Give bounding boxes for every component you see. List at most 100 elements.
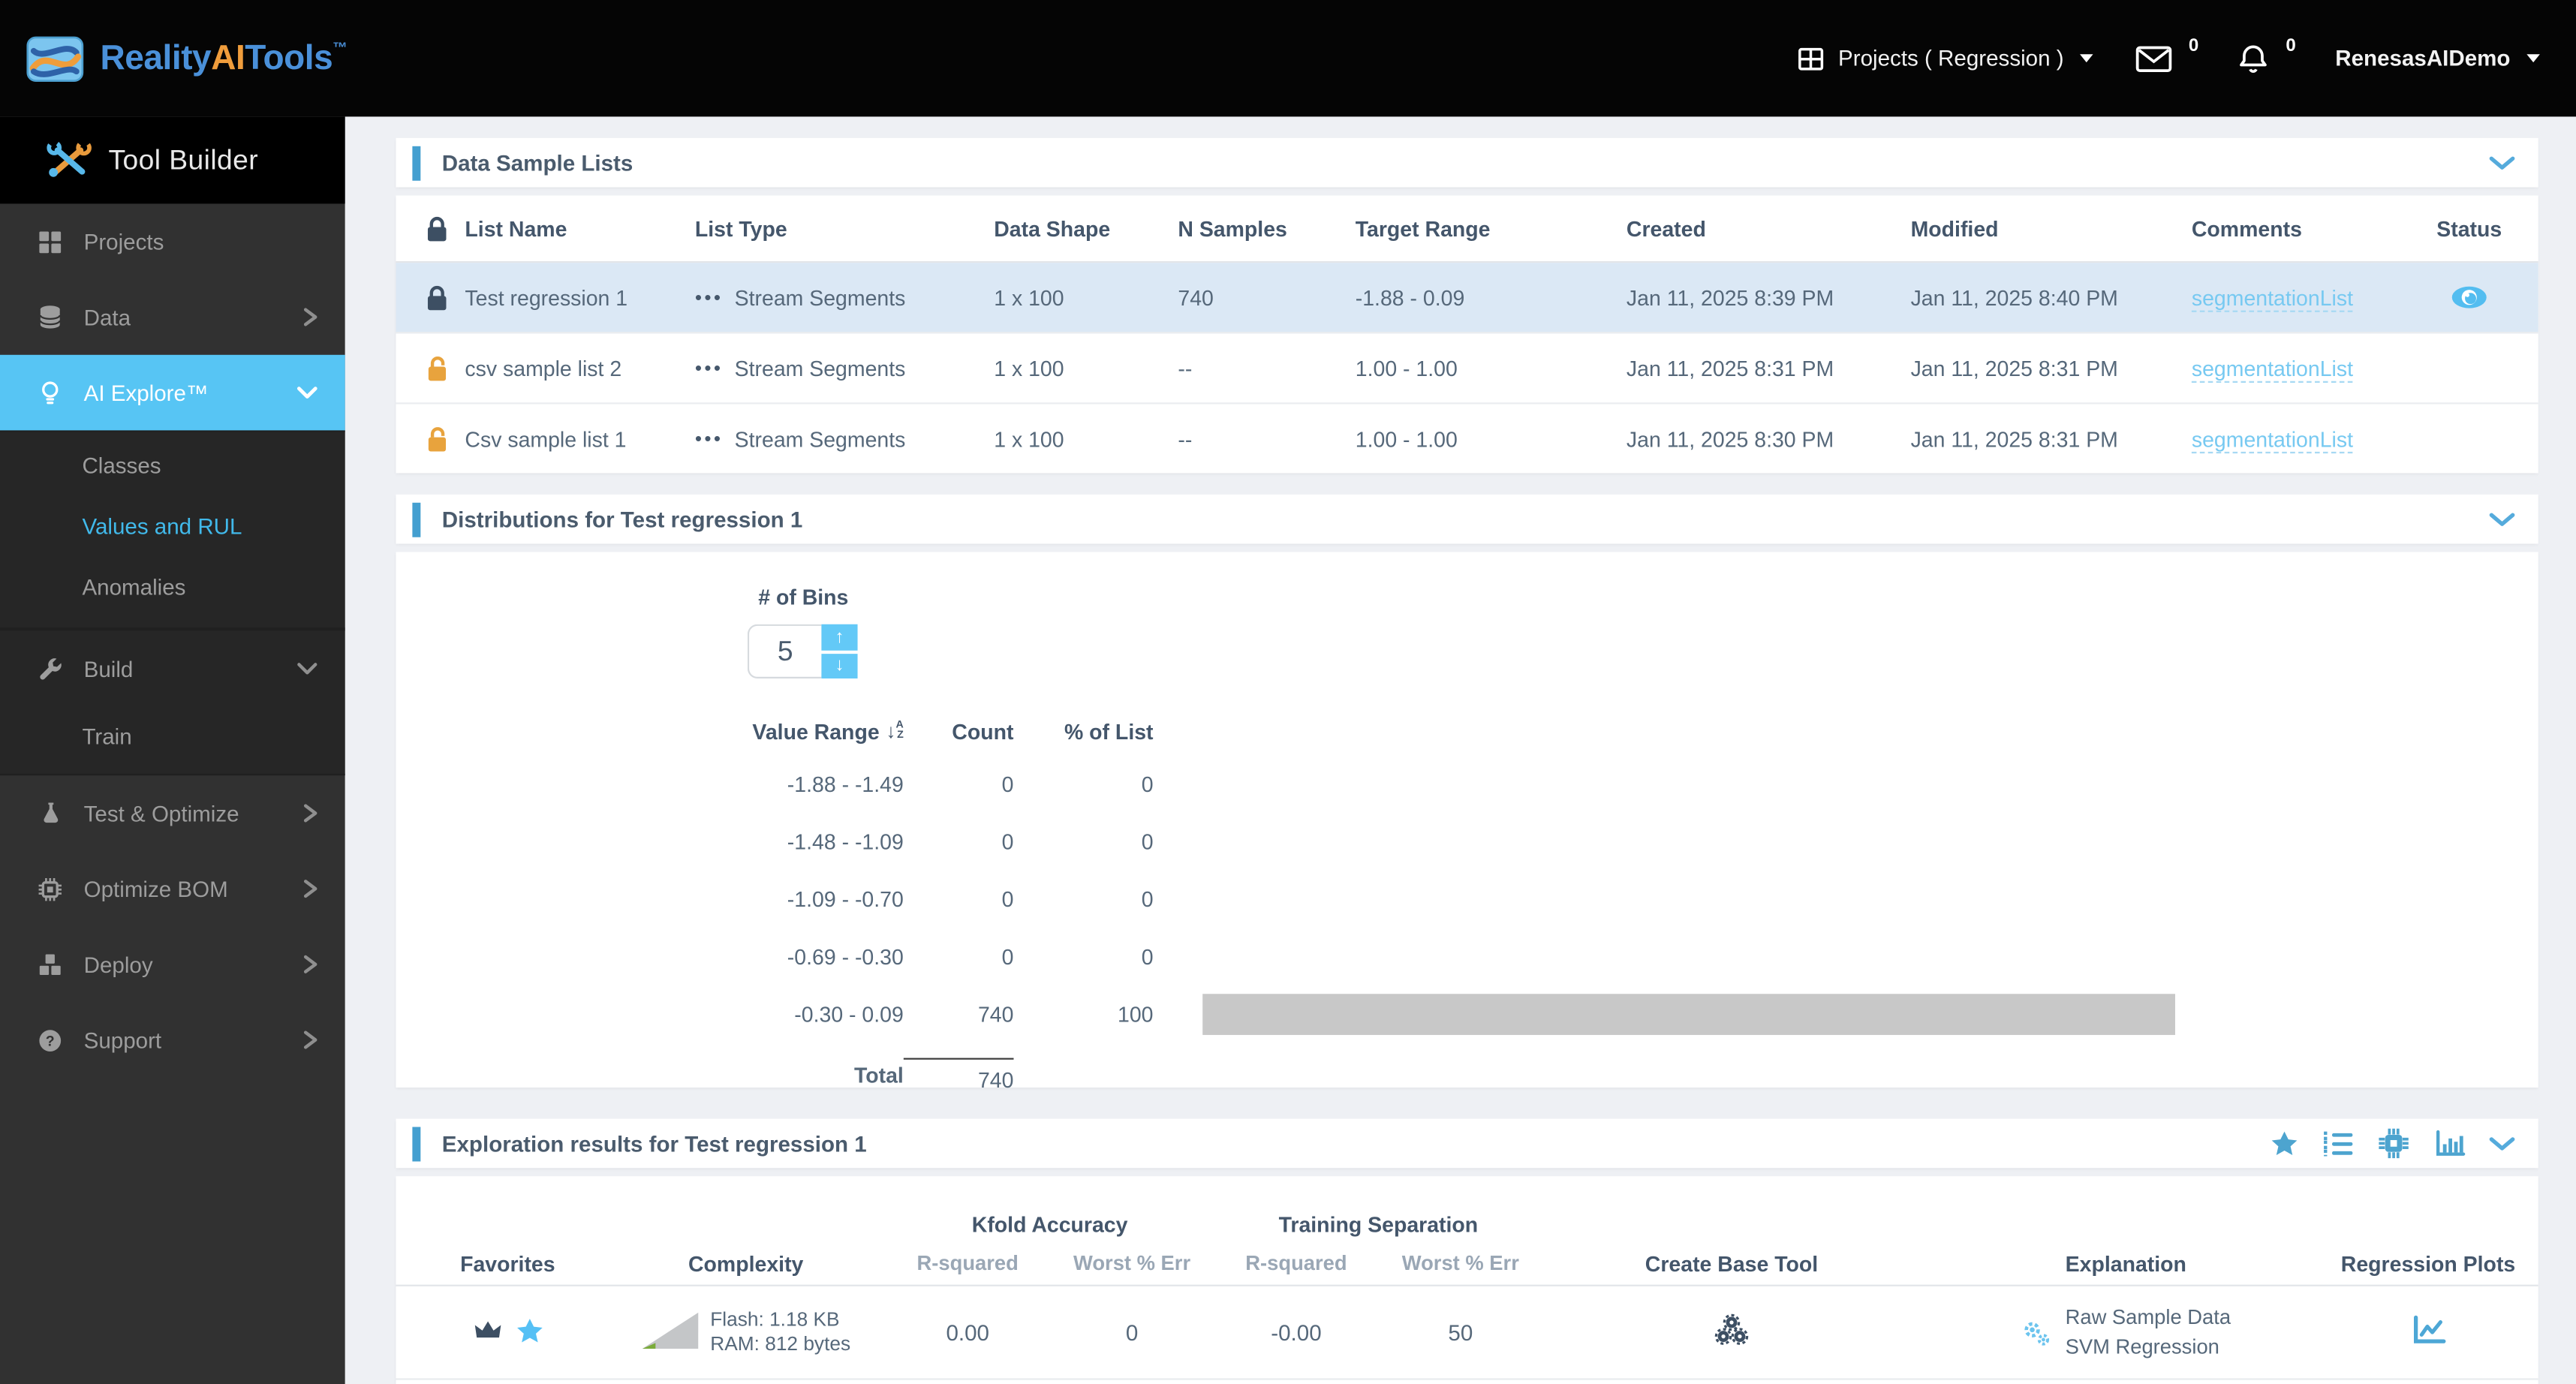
chevron-right-icon xyxy=(302,1027,319,1053)
column-header-modified[interactable]: Modified xyxy=(1911,216,2192,241)
sidebar-title: Tool Builder xyxy=(108,143,259,176)
complexity-triangle-icon xyxy=(641,1310,700,1355)
exploration-header-row: Favorites Complexity R-squared Worst % E… xyxy=(396,1242,2538,1286)
sidebar-item-optimize-bom[interactable]: Optimize BOM xyxy=(0,851,345,927)
notifications-button[interactable]: 0 xyxy=(2238,35,2296,74)
distribution-row: -1.09 - -0.70 0 0 xyxy=(787,886,1154,912)
sidebar-item-test-optimize[interactable]: Test & Optimize xyxy=(0,775,345,851)
column-header-kfold-worst-err[interactable]: Worst % Err xyxy=(1050,1252,1214,1275)
flask-icon xyxy=(36,800,64,826)
chevron-down-icon xyxy=(296,384,319,401)
projects-menu[interactable]: Projects ( Regression ) xyxy=(1797,45,2093,71)
sidebar-item-ai-explore[interactable]: AI Explore™ xyxy=(0,354,345,431)
column-header-pct-of-list[interactable]: % of List xyxy=(1013,719,1154,744)
column-header-regression-plots: Regression Plots xyxy=(2340,1250,2516,1276)
sidebar-item-support[interactable]: ? Support xyxy=(0,1002,345,1078)
collapse-chevron-icon[interactable] xyxy=(2489,512,2515,527)
crown-icon[interactable] xyxy=(472,1317,501,1346)
messages-button[interactable]: 0 xyxy=(2136,35,2198,71)
column-header-training-r-squared[interactable]: R-squared xyxy=(1214,1252,1379,1275)
sidebar-item-projects[interactable]: Projects xyxy=(0,203,345,279)
sidebar-item-anomalies[interactable]: Anomalies xyxy=(0,557,345,618)
column-header-value-range[interactable]: Value Range ↓ A Z xyxy=(396,719,903,744)
column-header-kfold-r-squared[interactable]: R-squared xyxy=(886,1252,1050,1275)
chevron-right-icon xyxy=(302,876,319,902)
panel-accent-bar xyxy=(412,1126,421,1161)
distribution-table: Value Range ↓ A Z Count % of List -1.88 - … xyxy=(396,706,2538,1106)
sidebar-item-classes[interactable]: Classes xyxy=(0,435,345,496)
app-root: RealityAITools™ Projects ( Regression ) … xyxy=(0,0,2576,1384)
distributions-body: # of Bins ↑ ↓ Value Range ↓AZ Count % of… xyxy=(396,552,2538,1091)
favorite-star-icon[interactable] xyxy=(515,1316,543,1348)
exploration-group-header-row: Kfold Accuracy Training Separation xyxy=(396,1206,2538,1242)
regression-plot-icon[interactable] xyxy=(2409,1313,2447,1346)
question-circle-icon: ? xyxy=(36,1027,64,1052)
explanation-line-2: SVM Regression xyxy=(2065,1335,2219,1359)
collapse-chevron-icon[interactable] xyxy=(2489,1136,2515,1151)
sidebar-item-build[interactable]: Build xyxy=(0,630,345,706)
bell-icon xyxy=(2238,43,2270,74)
comments-link[interactable]: segmentationList xyxy=(2191,355,2353,382)
column-header-n-samples[interactable]: N Samples xyxy=(1178,216,1355,241)
favorites-star-icon[interactable] xyxy=(2271,1130,2298,1157)
column-header-created[interactable]: Created xyxy=(1627,216,1911,241)
lock-open-icon xyxy=(409,354,465,382)
brand-logo[interactable]: RealityAITools™ xyxy=(0,35,348,81)
column-header-target-range[interactable]: Target Range xyxy=(1356,216,1627,241)
table-header-row: List Name List Type Data Shape N Samples… xyxy=(396,195,2538,263)
table-row[interactable]: Test regression 1 ••• Stream Segments 1 x… xyxy=(396,263,2538,334)
collapse-chevron-icon[interactable] xyxy=(2489,155,2515,170)
exploration-results-body: Kfold Accuracy Training Separation Favor… xyxy=(396,1176,2538,1384)
chevron-down-icon xyxy=(296,660,319,677)
table-row[interactable]: csv sample list 2 ••• Stream Segments 1 x… xyxy=(396,333,2538,405)
explanation-gears-icon[interactable] xyxy=(2021,1316,2052,1348)
column-header-data-shape[interactable]: Data Shape xyxy=(994,216,1178,241)
sidebar-item-data[interactable]: Data xyxy=(0,279,345,355)
sidebar-item-train[interactable]: Train xyxy=(0,706,345,767)
chevron-right-icon xyxy=(302,800,319,826)
main-content: Data Sample Lists List Name List Type Da… xyxy=(345,116,2576,1384)
column-header-comments[interactable]: Comments xyxy=(2192,216,2413,241)
exploration-results-header: Exploration results for Test regression … xyxy=(396,1118,2538,1169)
sidebar-item-deploy[interactable]: Deploy xyxy=(0,926,345,1002)
bar-chart-icon[interactable] xyxy=(2433,1129,2466,1158)
column-header-status[interactable]: Status xyxy=(2413,216,2525,241)
column-header-complexity: Complexity xyxy=(688,1250,804,1276)
column-header-favorites: Favorites xyxy=(460,1250,555,1276)
bins-label: # of Bins xyxy=(758,585,849,610)
status-visible-eye-icon[interactable] xyxy=(2413,284,2525,311)
wrench-icon xyxy=(36,656,64,681)
bins-increment-button[interactable]: ↑ xyxy=(821,624,858,650)
cpu-chip-icon[interactable] xyxy=(2377,1127,2410,1160)
reality-ai-logo-icon xyxy=(26,35,84,81)
ellipsis-icon[interactable]: ••• xyxy=(695,286,723,309)
column-header-list-name[interactable]: List Name xyxy=(465,216,694,241)
column-header-training-worst-err[interactable]: Worst % Err xyxy=(1378,1252,1542,1275)
column-header-list-type[interactable]: List Type xyxy=(695,216,994,241)
kfold-worst-err-value: 0 xyxy=(1125,1319,1139,1345)
column-header-count[interactable]: Count xyxy=(904,719,1013,744)
exploration-results-title: Exploration results for Test regression … xyxy=(441,1130,867,1156)
chevron-down-icon xyxy=(2526,54,2540,63)
user-menu[interactable]: RenesasAIDemo xyxy=(2335,46,2540,71)
panel-accent-bar xyxy=(412,145,421,180)
kfold-r-squared-value: 0.00 xyxy=(946,1319,989,1345)
bins-decrement-button[interactable]: ↓ xyxy=(821,653,858,678)
distribution-header-row: Value Range ↓ A Z Count % of List xyxy=(396,706,2538,756)
lock-icon xyxy=(409,215,465,242)
bins-input[interactable] xyxy=(747,624,822,678)
table-row[interactable]: Csv sample list 1 ••• Stream Segments 1 x… xyxy=(396,404,2538,473)
sidebar-item-values-and-rul[interactable]: Values and RUL xyxy=(0,496,345,557)
svg-text:?: ? xyxy=(46,1032,55,1049)
ellipsis-icon[interactable]: ••• xyxy=(695,427,723,450)
lightbulb-icon xyxy=(36,379,64,407)
comments-link[interactable]: segmentationList xyxy=(2191,284,2353,311)
distribution-row: -0.30 - 0.09 740 100 xyxy=(396,985,2538,1043)
list-view-icon[interactable] xyxy=(2322,1130,2355,1157)
comments-link[interactable]: segmentationList xyxy=(2191,426,2353,453)
create-base-tool-gears-icon[interactable] xyxy=(1714,1313,1750,1347)
sort-descending-icon[interactable]: ↓ A Z xyxy=(886,720,903,743)
user-menu-label: RenesasAIDemo xyxy=(2335,46,2511,71)
ellipsis-icon[interactable]: ••• xyxy=(695,357,723,380)
brand-wordmark: RealityAITools™ xyxy=(100,38,348,77)
